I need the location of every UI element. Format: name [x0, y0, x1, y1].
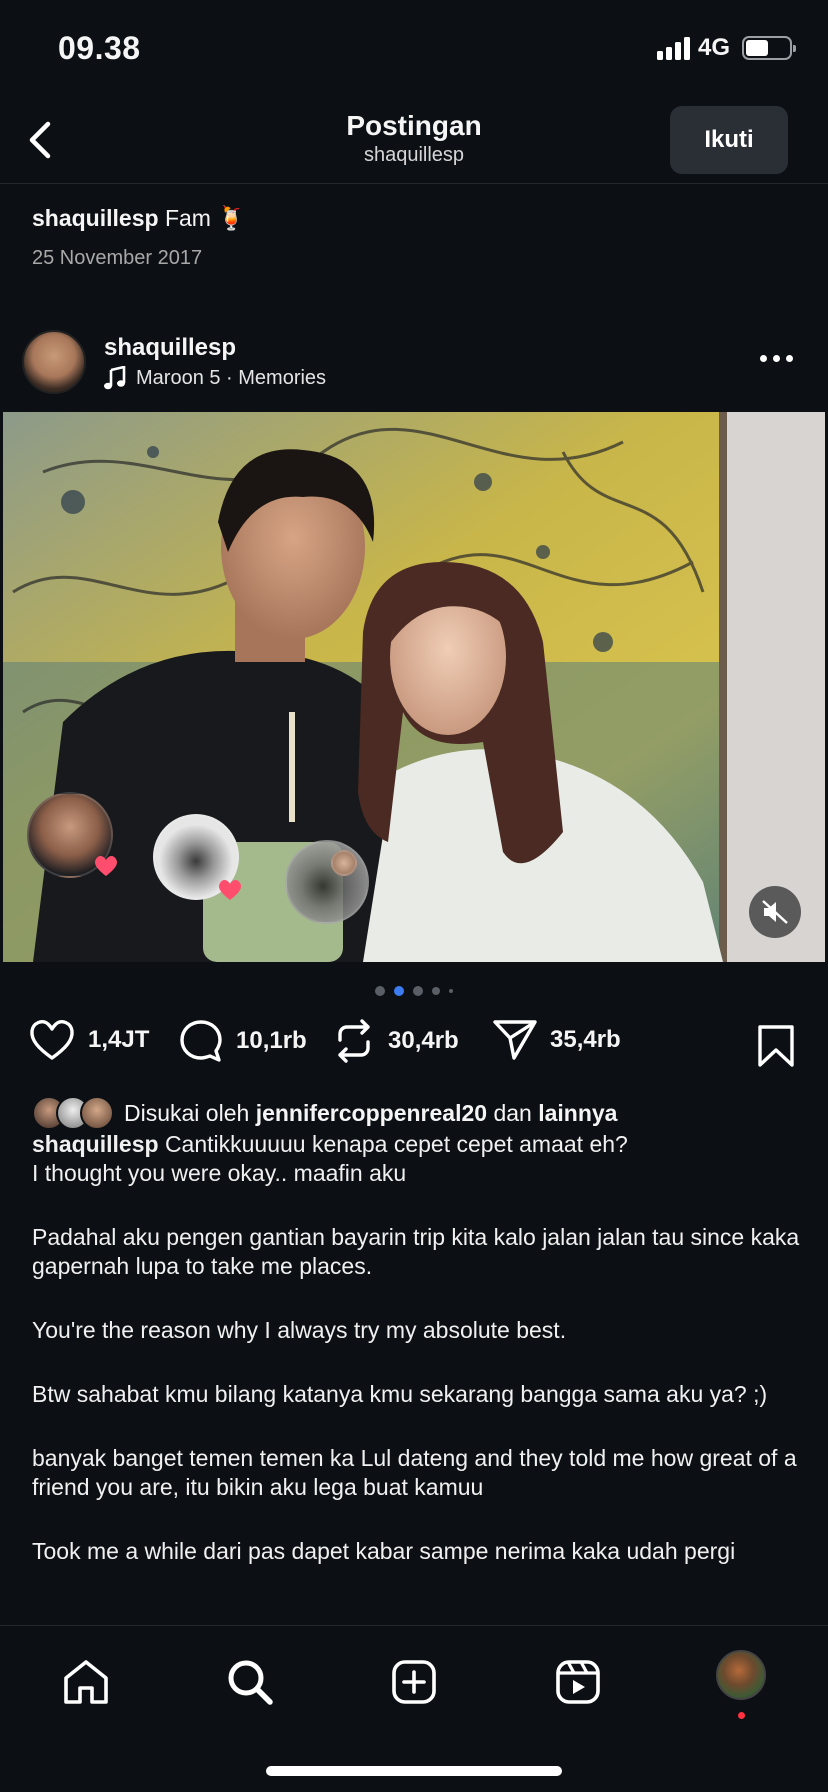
music-label: Maroon 5 · Memories — [136, 366, 327, 389]
caption-header: shaquillesp Fam 🍹 — [32, 205, 246, 232]
save-button[interactable] — [756, 1024, 796, 1073]
carousel-dot-active — [394, 986, 404, 996]
tab-search[interactable] — [222, 1654, 278, 1710]
comment-count: 10,1rb — [236, 1027, 307, 1054]
status-icons: 4G — [656, 34, 796, 62]
liked-by[interactable]: Disukai oleh jennifercoppenreal20 dan la… — [32, 1096, 617, 1130]
liked-by-others[interactable]: lainnya — [538, 1100, 617, 1126]
caption-header-text: Fam 🍹 — [164, 205, 246, 231]
post-caption: shaquillesp Cantikkuuuuu kenapa cepet ce… — [32, 1130, 802, 1601]
post-date: 25 November 2017 — [32, 247, 203, 269]
home-indicator — [266, 1766, 562, 1776]
create-icon — [392, 1660, 436, 1704]
caption-paragraph: Took me a while dari pas dapet kabar sam… — [32, 1538, 736, 1564]
post-photo[interactable] — [3, 412, 825, 962]
story-bubble-small[interactable] — [331, 850, 357, 876]
caption-paragraph: banyak banget temen temen ka Lul dateng … — [32, 1445, 797, 1500]
action-bar: 1,4JT 10,1rb 30,4rb 35,4rb — [0, 1018, 828, 1076]
repost-button[interactable]: 30,4rb — [332, 1018, 459, 1064]
carousel-dot — [449, 989, 453, 993]
photo-illustration — [3, 412, 825, 962]
carousel-dot — [375, 986, 385, 996]
signal-icon — [656, 36, 690, 60]
speaker-muted-icon — [762, 900, 788, 924]
caption-username[interactable]: shaquillesp — [32, 1131, 159, 1157]
bookmark-icon — [758, 1025, 794, 1067]
battery-icon — [742, 36, 796, 60]
network-label: 4G — [697, 34, 730, 61]
music-info[interactable]: Maroon 5 · Memories — [104, 366, 326, 390]
liked-by-user[interactable]: jennifercoppenreal20 — [256, 1100, 487, 1126]
like-button[interactable]: 1,4JT — [28, 1018, 149, 1062]
send-icon — [493, 1020, 537, 1060]
comment-icon — [180, 1020, 222, 1062]
carousel-dot — [413, 986, 423, 996]
heart-outline-icon — [30, 1020, 74, 1060]
follow-button[interactable]: Ikuti — [670, 106, 788, 174]
comment-button[interactable]: 10,1rb — [178, 1018, 307, 1064]
carousel-dot — [432, 987, 440, 995]
share-count: 35,4rb — [550, 1026, 621, 1053]
status-bar: 09.38 4G — [0, 0, 828, 100]
caption-header-username[interactable]: shaquillesp — [32, 205, 159, 231]
caption-paragraph: Btw sahabat kmu bilang katanya kmu sekar… — [32, 1381, 768, 1407]
notification-dot — [738, 1712, 745, 1719]
repost-icon — [338, 1019, 370, 1063]
like-count: 1,4JT — [88, 1026, 150, 1053]
repost-count: 30,4rb — [388, 1027, 459, 1054]
carousel-indicator — [0, 986, 828, 996]
heart-icon — [219, 880, 241, 900]
reels-icon — [556, 1660, 600, 1704]
tab-reels[interactable] — [550, 1654, 606, 1710]
share-button[interactable]: 35,4rb — [492, 1018, 621, 1062]
search-icon — [228, 1660, 273, 1705]
mute-button[interactable] — [749, 886, 801, 938]
liked-by-conj: dan — [493, 1099, 532, 1126]
post-username[interactable]: shaquillesp — [104, 334, 236, 362]
music-note-icon — [104, 366, 126, 390]
caption-text: Cantikkuuuuu kenapa cepet cepet amaat eh… — [164, 1131, 628, 1157]
status-time: 09.38 — [58, 30, 141, 66]
caption-paragraph: I thought you were okay.. maafin aku — [32, 1160, 407, 1186]
story-bubble[interactable] — [285, 840, 369, 924]
liked-by-text: Disukai oleh jennifercoppenreal20 dan la… — [124, 1100, 617, 1127]
nav-header: Postingan shaquillesp Ikuti — [0, 100, 828, 184]
home-icon — [64, 1660, 108, 1704]
caption-paragraph: Padahal aku pengen gantian bayarin trip … — [32, 1224, 800, 1279]
post-header: shaquillesp Maroon 5 · Memories — [0, 328, 828, 394]
tab-home[interactable] — [58, 1654, 114, 1710]
caption-first-line: shaquillesp Cantikkuuuuu kenapa cepet ce… — [32, 1130, 802, 1159]
liker-avatar — [80, 1096, 114, 1130]
caption-paragraph: You're the reason why I always try my ab… — [32, 1317, 567, 1343]
tab-profile-avatar[interactable] — [716, 1650, 766, 1700]
more-icon — [760, 354, 767, 362]
avatar[interactable] — [22, 330, 86, 394]
liked-by-prefix: Disukai oleh — [124, 1099, 250, 1126]
heart-icon — [95, 856, 117, 876]
tab-create[interactable] — [386, 1654, 442, 1710]
more-options-button[interactable] — [760, 348, 800, 368]
